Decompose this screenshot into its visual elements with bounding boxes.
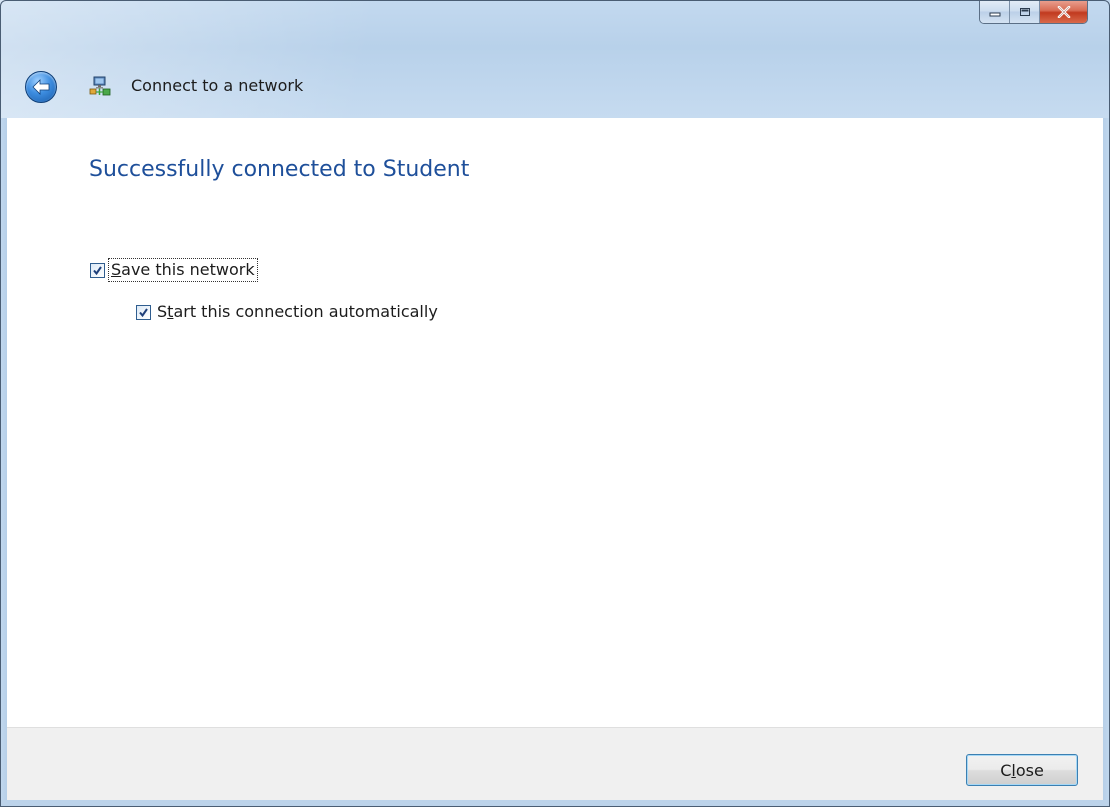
checkmark-icon	[93, 265, 102, 275]
network-connection-icon	[89, 76, 111, 96]
close-button-label-suffix: ose	[1015, 760, 1044, 780]
start-automatically-label-text: art this connection automatically	[173, 302, 438, 321]
maximize-icon	[1019, 7, 1030, 16]
command-area: Cl ose	[7, 727, 1103, 800]
close-button[interactable]: Cl ose	[966, 754, 1078, 786]
save-network-label-text: ave this network	[121, 260, 255, 279]
content-area: Successfully connected to Student Save t…	[7, 118, 1103, 727]
window-frame-left	[0, 118, 7, 807]
connect-to-network-window: Connect to a network Successfully connec…	[0, 0, 1110, 807]
minimize-icon	[989, 12, 1000, 16]
window-frame-right	[1103, 118, 1110, 807]
checkmark-icon	[139, 307, 148, 317]
caption-buttons	[979, 0, 1088, 24]
window-title: Connect to a network	[131, 76, 304, 95]
save-network-label[interactable]: Save this network	[108, 258, 258, 282]
window-frame-bottom	[0, 800, 1110, 807]
title-bar[interactable]	[0, 0, 1110, 118]
close-window-button[interactable]	[1040, 0, 1087, 23]
save-network-option[interactable]: Save this network	[90, 258, 258, 282]
minimize-button[interactable]	[980, 0, 1010, 23]
maximize-button[interactable]	[1010, 0, 1040, 23]
back-button[interactable]	[25, 71, 57, 103]
start-automatically-label-prefix: S	[157, 302, 168, 321]
save-network-checkbox[interactable]	[90, 262, 105, 278]
start-automatically-option[interactable]: Start this connection automatically	[136, 301, 440, 323]
close-button-label-prefix: C	[1000, 760, 1012, 780]
start-automatically-label[interactable]: Start this connection automatically	[155, 301, 440, 323]
start-automatically-checkbox[interactable]	[136, 304, 151, 320]
page-heading: Successfully connected to Student	[89, 157, 470, 182]
close-icon	[1057, 5, 1070, 18]
save-network-label-mnemonic: S	[111, 260, 122, 279]
back-arrow-icon	[32, 79, 50, 95]
